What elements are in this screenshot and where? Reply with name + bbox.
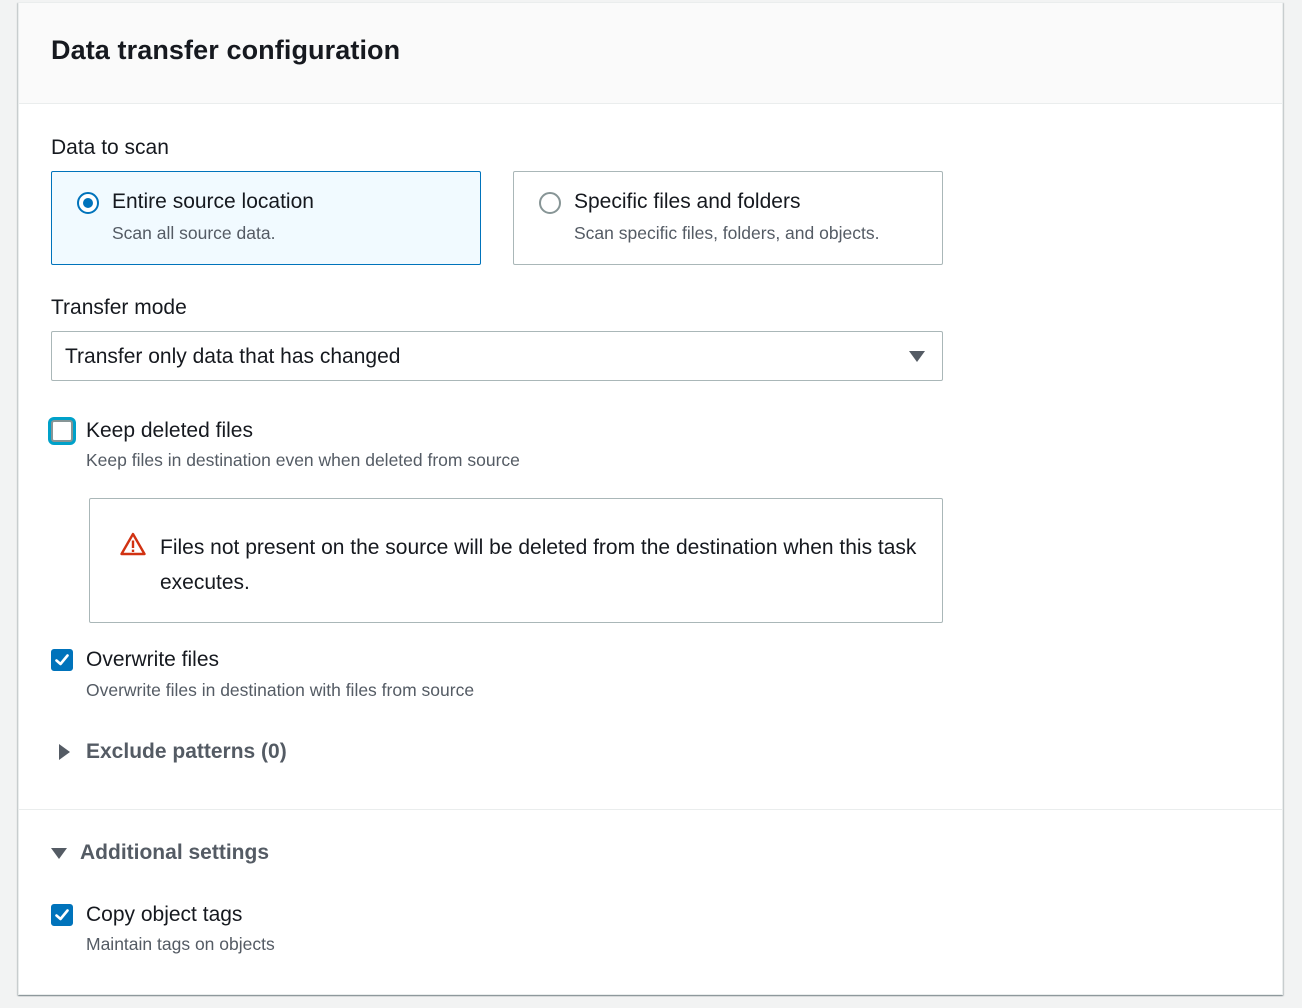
keep-deleted-files-label: Keep deleted files — [86, 419, 253, 442]
transfer-mode-select[interactable]: Transfer only data that has changed — [51, 331, 943, 381]
warning-alert: Files not present on the source will be … — [89, 498, 943, 623]
caret-right-icon — [59, 744, 70, 760]
radio-specific-files-and-folders[interactable] — [539, 192, 561, 214]
overwrite-files-checkbox[interactable] — [51, 649, 73, 671]
checkmark-icon — [55, 909, 69, 921]
radio-entire-source-location[interactable] — [77, 192, 99, 214]
transfer-mode-value: Transfer only data that has changed — [65, 345, 401, 368]
caret-down-icon — [909, 351, 925, 362]
data-to-scan-label: Data to scan — [51, 136, 169, 159]
exclude-patterns-expander[interactable]: Exclude patterns (0) — [59, 740, 287, 764]
data-transfer-configuration-panel: Data transfer configuration Data to scan… — [18, 2, 1283, 995]
tile-description: Scan specific files, folders, and object… — [574, 223, 880, 243]
tile-specific-files-and-folders[interactable]: Specific files and folders Scan specific… — [513, 171, 943, 265]
section-divider — [19, 809, 1282, 810]
keep-deleted-files-checkbox[interactable] — [51, 420, 73, 442]
keep-deleted-files-description: Keep files in destination even when dele… — [86, 450, 520, 470]
warning-icon — [120, 532, 146, 556]
tile-label: Entire source location — [112, 190, 314, 213]
tile-description: Scan all source data. — [112, 223, 276, 243]
copy-object-tags-checkbox[interactable] — [51, 904, 73, 926]
caret-down-icon — [51, 847, 67, 859]
additional-settings-label: Additional settings — [80, 841, 269, 864]
transfer-mode-label: Transfer mode — [51, 296, 187, 319]
exclude-patterns-label: Exclude patterns (0) — [86, 740, 287, 763]
warning-alert-text: Files not present on the source will be … — [160, 536, 917, 594]
tile-label: Specific files and folders — [574, 190, 801, 213]
copy-object-tags-label: Copy object tags — [86, 903, 243, 926]
overwrite-files-description: Overwrite files in destination with file… — [86, 680, 475, 700]
copy-object-tags-description: Maintain tags on objects — [86, 934, 275, 954]
panel-title: Data transfer configuration — [51, 35, 401, 65]
tile-entire-source-location[interactable]: Entire source location Scan all source d… — [51, 171, 481, 265]
additional-settings-expander[interactable]: Additional settings — [51, 841, 269, 865]
checkmark-icon — [55, 654, 69, 666]
overwrite-files-label: Overwrite files — [86, 648, 220, 671]
panel-header: Data transfer configuration — [19, 3, 1282, 104]
